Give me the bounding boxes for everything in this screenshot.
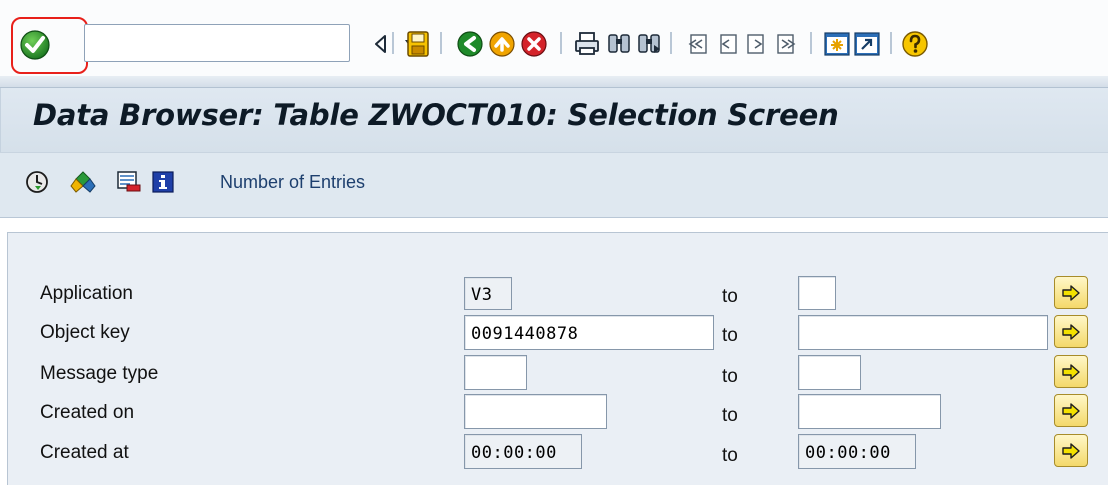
toolbar-separator [392, 32, 394, 54]
new-session-icon [824, 32, 850, 56]
execute-button[interactable] [24, 168, 50, 196]
toolbar-separator [560, 32, 562, 54]
cancel-icon [521, 31, 547, 57]
created-at-to-value[interactable] [799, 435, 915, 468]
shortcut-icon [854, 32, 880, 56]
created-on-to-input[interactable] [798, 394, 941, 429]
back-icon [457, 31, 483, 57]
last-page-icon [777, 34, 796, 54]
delete-selection-button[interactable] [116, 168, 142, 196]
next-page-icon [747, 34, 764, 54]
enter-checkmark-icon [20, 30, 50, 60]
created-on-to-value[interactable] [799, 395, 940, 428]
field-label-created-on: Created on [40, 402, 135, 423]
print-icon [575, 32, 599, 55]
last-page-button[interactable] [772, 27, 802, 61]
object-key-from-value[interactable] [465, 316, 713, 349]
cancel-button[interactable] [519, 27, 549, 61]
find-icon [608, 34, 630, 53]
find-next-button[interactable] [634, 27, 664, 61]
multiple-selection-button-created-at[interactable] [1054, 434, 1088, 467]
arrow-right-icon [1062, 442, 1080, 459]
first-page-button[interactable] [682, 27, 712, 61]
next-page-button[interactable] [742, 27, 772, 61]
save-button[interactable] [403, 27, 433, 61]
multiple-selection-button-message-type[interactable] [1054, 355, 1088, 388]
multiple-selection-button-application[interactable] [1054, 276, 1088, 309]
object-key-from-input[interactable] [464, 315, 714, 350]
message-type-from-input[interactable] [464, 355, 527, 390]
created-at-from-input[interactable] [464, 434, 582, 469]
arrow-right-icon [1062, 402, 1080, 419]
back-small-button[interactable] [365, 27, 395, 61]
execute-icon [26, 171, 48, 193]
back-button[interactable] [455, 27, 485, 61]
multiple-selection-button-created-on[interactable] [1054, 394, 1088, 427]
application-to-value[interactable] [799, 277, 835, 309]
to-label: to [722, 366, 738, 387]
arrow-right-icon [1062, 363, 1080, 380]
save-icon [407, 31, 429, 57]
object-key-to-value[interactable] [799, 316, 1047, 349]
first-page-icon [688, 34, 707, 54]
toolbar-separator [810, 32, 812, 54]
field-label-message-type: Message type [40, 363, 159, 384]
created-on-from-input[interactable] [464, 394, 607, 429]
selection-options-icon [70, 171, 96, 193]
multiple-selection-button-object-key[interactable] [1054, 315, 1088, 348]
field-label-created-at: Created at [40, 442, 129, 463]
find-button[interactable] [604, 27, 634, 61]
toolbar-separator [890, 32, 892, 54]
application-from-value[interactable] [465, 278, 511, 309]
arrow-right-icon [1062, 284, 1080, 301]
object-key-to-input[interactable] [798, 315, 1048, 350]
field-label-application: Application [40, 283, 133, 304]
information-icon [152, 171, 174, 193]
information-button[interactable] [150, 168, 176, 196]
to-label: to [722, 325, 738, 346]
arrow-right-icon [1062, 323, 1080, 340]
command-field[interactable] [84, 24, 415, 62]
message-type-from-value[interactable] [465, 356, 526, 389]
new-session-button[interactable] [822, 27, 852, 61]
created-on-from-value[interactable] [465, 395, 606, 428]
number-of-entries-button[interactable]: Number of Entries [220, 172, 365, 193]
command-field-input[interactable] [89, 27, 309, 59]
exit-button[interactable] [487, 27, 517, 61]
delete-selection-icon [117, 171, 141, 192]
previous-page-icon [720, 34, 737, 54]
created-at-to-input[interactable] [798, 434, 916, 469]
shortcut-button[interactable] [852, 27, 882, 61]
message-type-to-input[interactable] [798, 355, 861, 390]
created-at-from-value[interactable] [465, 435, 581, 468]
application-from-input[interactable] [464, 277, 512, 310]
selection-options-button[interactable] [70, 168, 96, 196]
enter-button[interactable] [17, 27, 53, 63]
to-label: to [722, 445, 738, 466]
find-next-icon [638, 34, 660, 53]
to-label: to [722, 286, 738, 307]
toolbar-separator [440, 32, 442, 54]
message-type-to-value[interactable] [799, 356, 860, 389]
previous-page-button[interactable] [712, 27, 742, 61]
application-to-input[interactable] [798, 276, 836, 310]
print-button[interactable] [572, 27, 602, 61]
field-label-object-key: Object key [40, 322, 130, 343]
toolbar-divider-strip [0, 76, 1108, 88]
toolbar-separator [670, 32, 672, 54]
to-label: to [722, 405, 738, 426]
help-icon [902, 31, 928, 57]
help-button[interactable] [900, 27, 930, 61]
exit-icon [489, 31, 515, 57]
triangle-left-icon [375, 35, 386, 53]
page-title: Data Browser: Table ZWOCT010: Selection … [33, 98, 839, 132]
